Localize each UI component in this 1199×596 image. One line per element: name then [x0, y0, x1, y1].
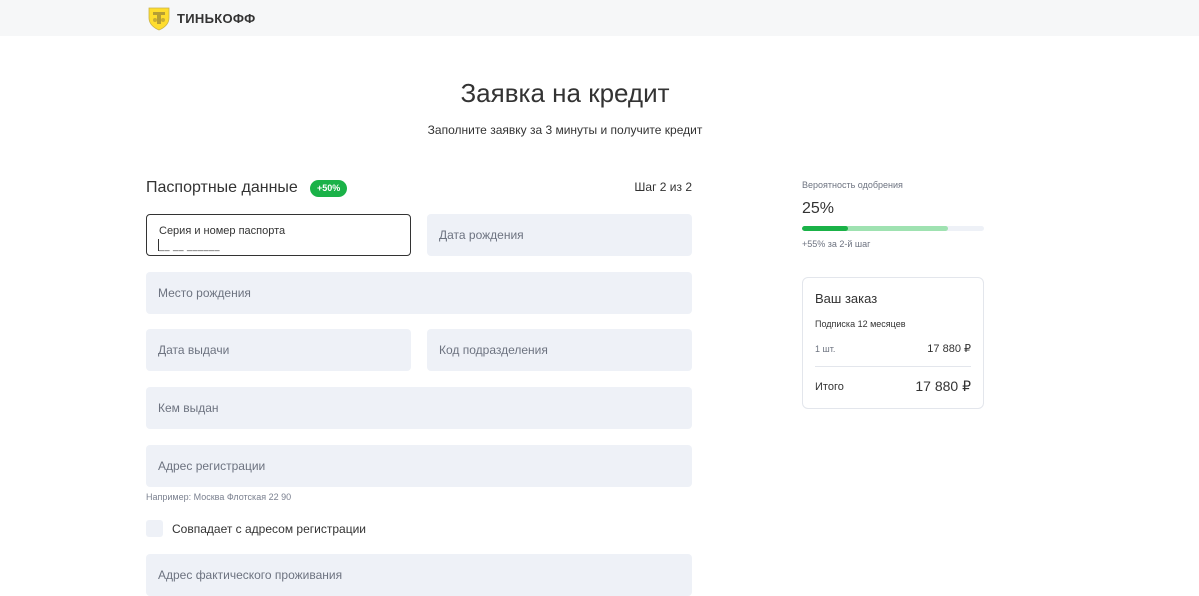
division-code-placeholder: Код подразделения	[439, 343, 548, 357]
issued-by-field[interactable]: Кем выдан	[146, 387, 692, 429]
logo[interactable]: ТИНЬКОФФ	[146, 6, 255, 31]
section-title: Паспортные данные	[146, 179, 298, 196]
passport-number-label: Серия и номер паспорта	[159, 225, 286, 237]
approval-probability-value: 25%	[802, 200, 835, 217]
address-hint: Например: Москва Флотская 22 90	[146, 492, 292, 502]
issued-by-placeholder: Кем выдан	[158, 401, 219, 415]
step-indicator: Шаг 2 из 2	[634, 180, 692, 194]
order-summary-card: Ваш заказ Подписка 12 месяцев 1 шт. 17 8…	[802, 277, 984, 409]
birth-place-field[interactable]: Место рождения	[146, 272, 692, 314]
actual-address-placeholder: Адрес фактического проживания	[158, 568, 343, 582]
logo-text: ТИНЬКОФФ	[177, 11, 256, 26]
same-address-checkbox[interactable]	[146, 520, 163, 537]
order-total-value: 17 880 ₽	[915, 378, 971, 394]
top-bar: ТИНЬКОФФ	[0, 0, 1199, 36]
order-product: Подписка 12 месяцев	[815, 319, 906, 329]
approval-boost-badge: +50%	[310, 180, 348, 197]
order-price: 17 880 ₽	[927, 343, 971, 355]
registration-address-placeholder: Адрес регистрации	[158, 459, 266, 473]
tinkoff-emblem-icon	[148, 7, 170, 31]
approval-boost-note: +55% за 2-й шаг	[802, 239, 871, 249]
approval-probability-label: Вероятность одобрения	[802, 180, 903, 190]
approval-progress-fill	[802, 226, 848, 231]
same-address-label[interactable]: Совпадает с адресом регистрации	[172, 522, 366, 536]
order-title: Ваш заказ	[815, 291, 878, 306]
passport-number-field[interactable]: Серия и номер паспорта __ __ ______	[146, 214, 411, 256]
division-code-field[interactable]: Код подразделения	[427, 329, 692, 371]
order-divider	[815, 366, 971, 367]
birth-date-placeholder: Дата рождения	[439, 228, 524, 242]
page-title: Заявка на кредит	[460, 78, 670, 108]
birth-date-field[interactable]: Дата рождения	[427, 214, 692, 256]
birth-place-placeholder: Место рождения	[158, 286, 251, 300]
issue-date-placeholder: Дата выдачи	[158, 343, 230, 357]
order-total-label: Итого	[815, 381, 844, 393]
approval-progress-bar	[802, 226, 984, 231]
registration-address-field[interactable]: Адрес регистрации	[146, 445, 692, 487]
passport-number-mask: __ __ ______	[159, 241, 221, 251]
order-quantity: 1 шт.	[815, 344, 836, 354]
page-subtitle: Заполните заявку за 3 минуты и получите …	[427, 123, 703, 137]
issue-date-field[interactable]: Дата выдачи	[146, 329, 411, 371]
